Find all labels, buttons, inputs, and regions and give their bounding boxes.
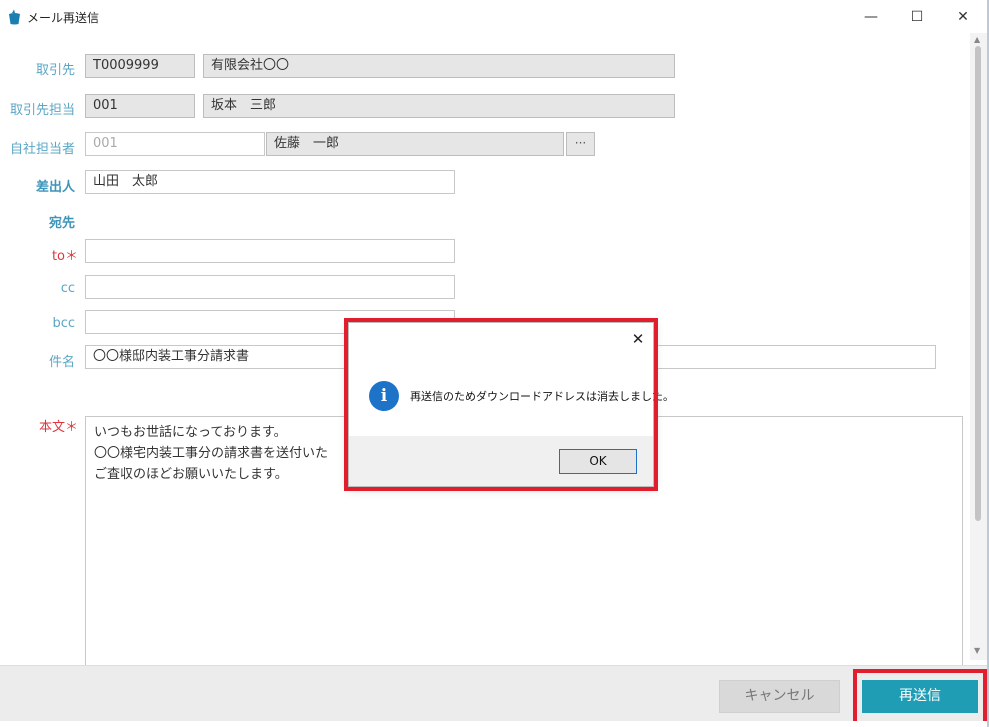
sender-label: 差出人 [35, 180, 75, 195]
to-input[interactable] [85, 239, 455, 263]
body-label: 本文＊ [38, 420, 78, 435]
scroll-thumb[interactable] [975, 46, 981, 521]
own-contact-lookup-button[interactable]: ··· [566, 132, 595, 156]
app-logo-icon [9, 9, 20, 25]
scroll-down-icon[interactable]: ▼ [974, 646, 980, 655]
client-contact-name-field: 坂本 三郎 [203, 94, 675, 118]
subject-label: 件名 [48, 355, 75, 370]
sender-input[interactable]: 山田 太郎 [85, 170, 455, 194]
to-label: to＊ [51, 249, 78, 264]
scroll-up-icon[interactable]: ▲ [974, 35, 980, 44]
cc-label: cc [60, 281, 75, 296]
title-bar: メール再送信 — ☐ ✕ [0, 0, 989, 33]
client-contact-code-field: 001 [85, 94, 195, 118]
client-name-field: 有限会社〇〇 [203, 54, 675, 78]
bcc-label: bcc [52, 316, 75, 331]
own-contact-name-field: 佐藤 一郎 [266, 132, 564, 156]
recipients-heading: 宛先 [48, 216, 75, 231]
background-window-strip [0, 721, 989, 727]
footer-bar [0, 665, 989, 727]
maximize-button[interactable]: ☐ [894, 0, 940, 33]
own-contact-code-input[interactable]: 001 [85, 132, 265, 156]
client-label: 取引先 [35, 63, 75, 78]
cancel-button[interactable]: キャンセル [719, 680, 840, 713]
dialog-highlight [344, 318, 658, 491]
own-contact-label: 自社担当者 [9, 142, 75, 157]
client-contact-label: 取引先担当 [9, 103, 75, 118]
close-window-button[interactable]: ✕ [940, 0, 986, 33]
cc-input[interactable] [85, 275, 455, 299]
minimize-button[interactable]: — [848, 0, 894, 33]
window-title: メール再送信 [27, 11, 100, 25]
client-code-field: T0009999 [85, 54, 195, 78]
resend-button-highlight [853, 669, 987, 725]
